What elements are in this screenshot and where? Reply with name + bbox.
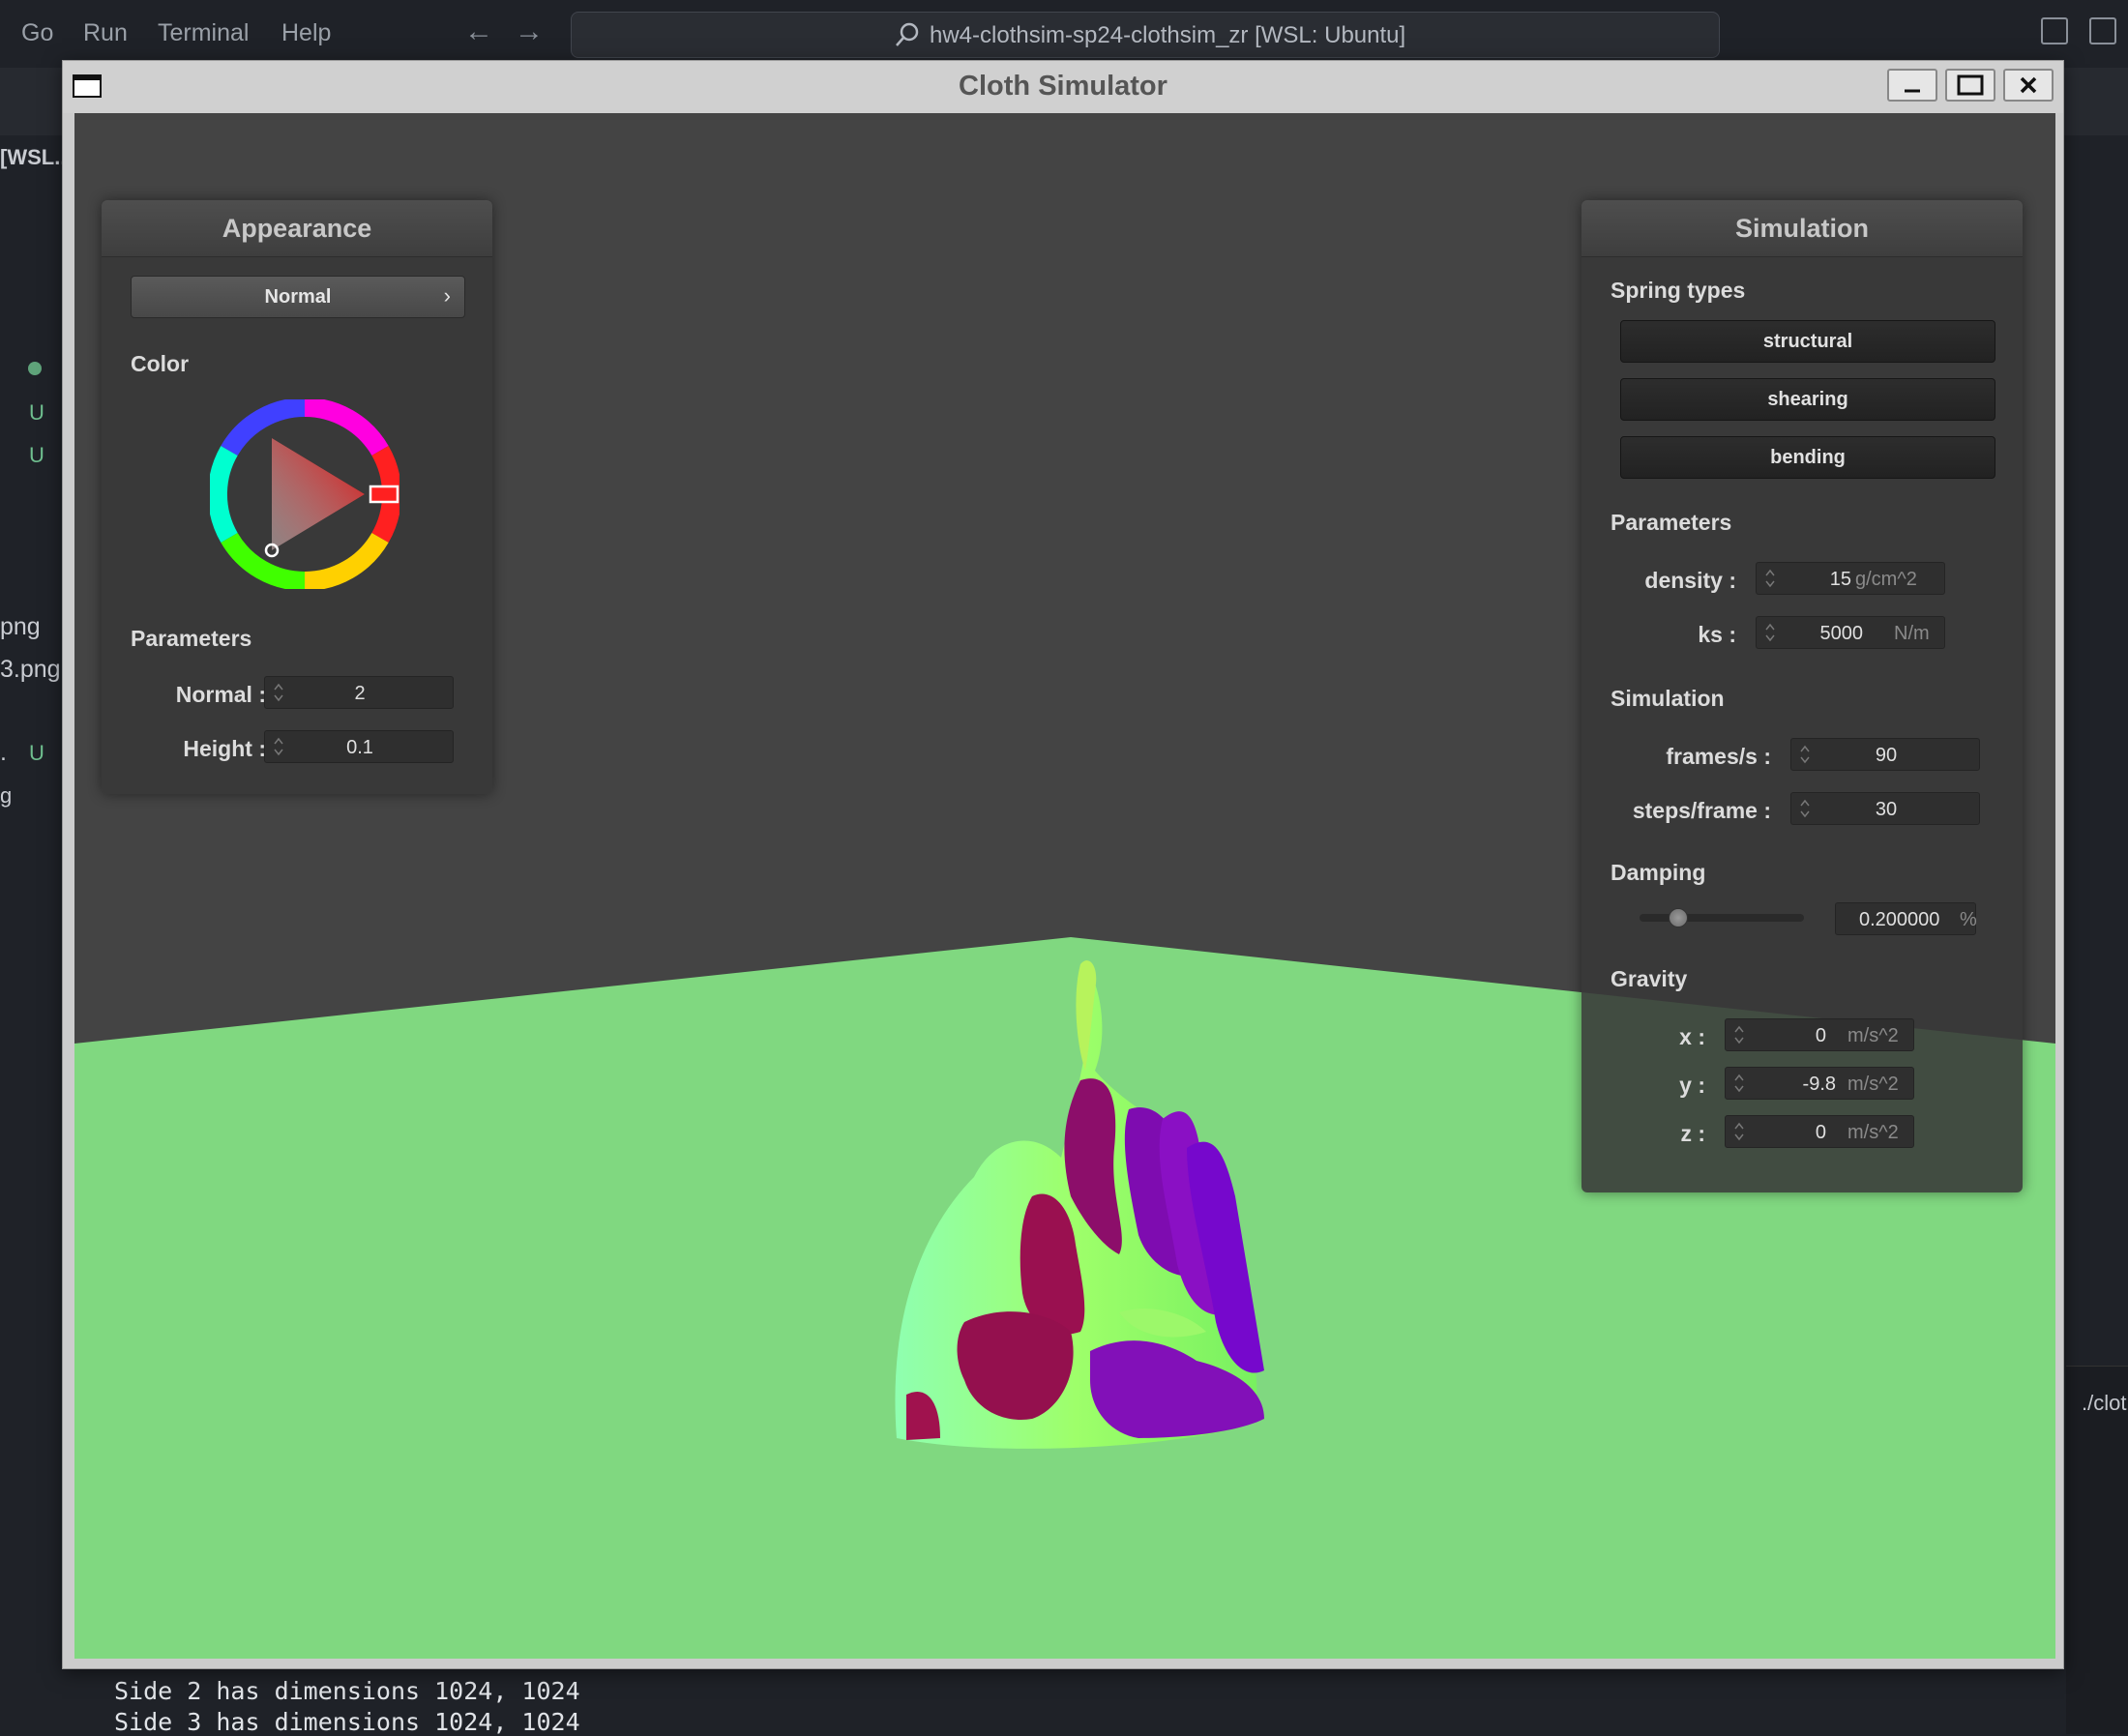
minimize-button[interactable] [1887,69,1937,102]
command-center-search[interactable]: hw4-clothsim-sp24-clothsim_zr [WSL: Ubun… [571,12,1720,58]
shearing-toggle-button[interactable]: shearing [1620,378,1995,421]
damping-label: Damping [1611,860,1706,885]
sidebar-file[interactable]: 3.png [0,656,61,684]
ks-spinbox[interactable]: 5000 N/m [1756,616,1945,649]
normal-label: Normal : [175,682,266,707]
shader-dropdown[interactable]: Normal › [131,276,465,318]
ks-value: 5000 [1819,623,1864,644]
damping-slider[interactable] [1640,908,1804,927]
gravity-y-unit: m/s^2 [1847,1074,1899,1095]
gravity-y-value: -9.8 [1802,1074,1836,1095]
normal-value: 2 [354,683,366,704]
damping-valuebox[interactable]: 0.200000 % [1835,902,1977,935]
terminal-output-line: Side 3 has dimensions 1024, 1024 [114,1708,580,1736]
color-wheel[interactable] [210,399,399,589]
gravity-x-value: 0 [1815,1025,1826,1046]
menu-help[interactable]: Help [281,19,331,47]
height-spinbox[interactable]: 0.1 [264,730,454,763]
spring-types-label: Spring types [1611,278,1746,303]
normal-spinbox[interactable]: 2 [264,676,454,709]
simulation-panel-header[interactable]: Simulation [1581,200,2023,257]
gravity-y-label: y : [1679,1073,1705,1098]
forward-arrow-icon[interactable]: → [515,15,544,48]
untracked-badge: U [29,400,44,425]
chevron-right-icon: › [443,283,451,308]
density-unit: g/cm^2 [1855,569,1917,590]
spinner-arrows-icon[interactable] [1764,621,1776,644]
window-title: Cloth Simulator [959,71,1167,102]
simulation-viewport[interactable]: Appearance Normal › Color Parameters Nor… [74,113,2055,1659]
maximize-button[interactable] [1945,69,1995,102]
ks-unit: N/m [1894,623,1930,644]
maximize-icon [1957,74,1984,96]
simulation-section-label: Simulation [1611,686,1725,711]
sidebar-file[interactable]: png [0,613,41,641]
steps-spinbox[interactable]: 30 [1790,792,1980,825]
fps-spinbox[interactable]: 90 [1790,738,1980,771]
shader-dropdown-label: Normal [264,286,332,308]
gravity-z-label: z : [1680,1121,1705,1146]
gravity-x-unit: m/s^2 [1847,1025,1899,1046]
menu-run[interactable]: Run [83,19,128,47]
density-label: density : [1644,568,1736,593]
menu-terminal[interactable]: Terminal [158,19,249,47]
simulation-parameters-label: Parameters [1611,510,1732,535]
appearance-parameters-label: Parameters [131,626,252,651]
fps-label: frames/s : [1666,744,1771,769]
spinner-arrows-icon[interactable] [1733,1023,1745,1046]
minimize-icon [1905,89,1920,93]
terminal-tab-label[interactable]: ./clot [2082,1391,2126,1416]
toggle-sidebar-icon[interactable] [2041,17,2068,44]
fps-value: 90 [1875,745,1898,766]
height-label: Height : [183,736,266,761]
steps-label: steps/frame : [1632,798,1771,823]
damping-slider-thumb[interactable] [1669,908,1689,927]
spinner-arrows-icon[interactable] [1733,1072,1745,1095]
gravity-z-spinbox[interactable]: 0 m/s^2 [1725,1115,1914,1148]
gravity-label: Gravity [1611,966,1688,991]
color-label: Color [131,351,190,376]
appearance-panel-header[interactable]: Appearance [102,200,492,257]
close-icon [2020,76,2037,94]
back-arrow-icon[interactable]: ← [464,15,493,48]
density-value: 15 [1829,569,1851,590]
gravity-y-spinbox[interactable]: -9.8 m/s^2 [1725,1067,1914,1100]
sidebar-file-fragment[interactable]: g [0,783,12,809]
structural-toggle-button[interactable]: structural [1620,320,1995,363]
simulation-panel: Simulation Spring types structural shear… [1581,200,2023,1192]
untracked-badge: U [29,443,44,467]
bending-toggle-button[interactable]: bending [1620,436,1995,479]
terminal-output-line: Side 2 has dimensions 1024, 1024 [114,1677,580,1705]
appearance-panel: Appearance Normal › Color Parameters Nor… [102,200,492,794]
damping-value: 0.200000 [1859,909,1940,930]
vscode-menubar: Go Run Terminal Help ← → hw4-clothsim-sp… [0,0,2128,68]
steps-value: 30 [1875,799,1898,820]
cloth-simulator-window: Cloth Simulator Appearance Normal › Colo… [62,60,2064,1669]
modified-dot-icon [28,362,42,375]
search-icon [896,22,919,46]
window-title-bar[interactable]: Cloth Simulator [63,61,2063,113]
ks-label: ks : [1698,622,1736,647]
spinner-arrows-icon[interactable] [1733,1120,1745,1143]
search-text: hw4-clothsim-sp24-clothsim_zr [WSL: Ubun… [930,22,1406,48]
toggle-panel-icon[interactable] [2089,17,2116,44]
gravity-z-unit: m/s^2 [1847,1122,1899,1143]
close-button[interactable] [2003,69,2054,102]
gravity-x-spinbox[interactable]: 0 m/s^2 [1725,1018,1914,1051]
height-value: 0.1 [346,737,373,758]
gravity-x-label: x : [1679,1024,1705,1049]
sidebar-file-fragment[interactable]: . [0,739,7,767]
damping-unit: % [1960,909,1977,930]
hue-selector[interactable] [369,485,399,504]
menu-go[interactable]: Go [21,19,53,47]
spinner-arrows-icon[interactable] [1764,567,1776,590]
density-spinbox[interactable]: 15 g/cm^2 [1756,562,1945,595]
terminal-side-panel [2066,1366,2128,1734]
untracked-badge: U [29,741,44,765]
gravity-z-value: 0 [1815,1122,1826,1143]
